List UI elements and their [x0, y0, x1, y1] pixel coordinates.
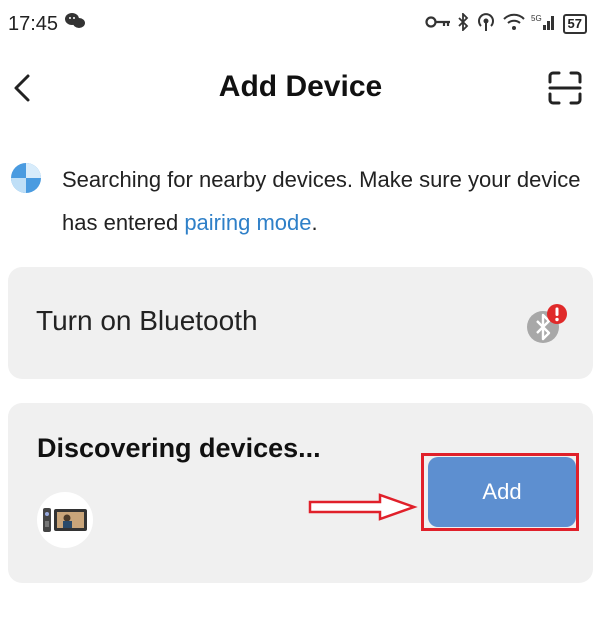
add-button[interactable]: Add [428, 457, 576, 527]
loading-spinner-icon [11, 163, 41, 193]
bluetooth-status-icon [457, 11, 469, 36]
status-time: 17:45 [8, 12, 59, 35]
scan-button[interactable] [547, 70, 583, 106]
page-title: Add Device [218, 70, 383, 103]
discover-title: Discovering devices... [37, 433, 321, 463]
battery-indicator: 57 [562, 14, 587, 34]
search-message: Searching for nearby devices. Make sure … [62, 158, 592, 244]
search-message-text: Searching for nearby devices. Make sure … [62, 167, 581, 235]
header: Add Device [0, 58, 601, 118]
key-icon [424, 15, 451, 34]
scan-icon [548, 71, 582, 105]
hotspot-icon [475, 12, 497, 37]
video-doorbell-icon [43, 508, 87, 532]
wechat-icon [64, 12, 86, 36]
device-thumbnail[interactable] [37, 492, 93, 548]
bluetooth-card[interactable]: Turn on Bluetooth [8, 267, 593, 379]
status-left: 17:45 [8, 12, 86, 36]
svg-text:5G: 5G [531, 14, 542, 23]
bluetooth-warning-icon[interactable] [525, 303, 569, 347]
discover-card: Discovering devices... Add [8, 403, 593, 583]
signal-icon: 5G [531, 13, 557, 36]
status-right: 5G 57 [424, 11, 587, 37]
search-message-end: . [311, 210, 318, 235]
bluetooth-label: Turn on Bluetooth [36, 305, 258, 336]
status-bar: 17:45 5G 57 [0, 0, 601, 48]
arrow-annotation [308, 493, 418, 521]
pairing-mode-link[interactable]: pairing mode [184, 210, 311, 235]
wifi-icon [502, 13, 525, 36]
